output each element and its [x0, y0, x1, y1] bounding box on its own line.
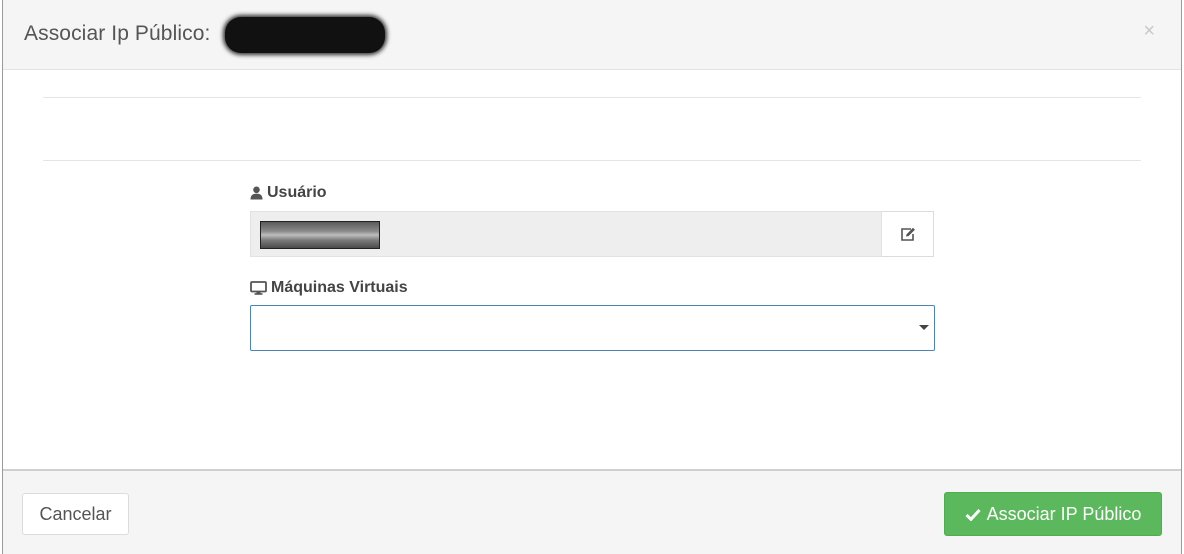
redacted-ip-address [225, 17, 385, 53]
user-input-group [250, 211, 934, 257]
close-button[interactable]: × [1143, 20, 1155, 43]
modal-footer: Cancelar Associar IP Público [3, 469, 1181, 554]
user-input[interactable] [250, 211, 882, 257]
divider-top [43, 97, 1141, 98]
associate-ip-button-label: Associar IP Público [986, 503, 1142, 524]
desktop-icon [250, 281, 267, 295]
edit-icon [900, 227, 915, 241]
modal-title: Associar Ip Público: [24, 22, 211, 45]
divider-bottom [43, 160, 1141, 161]
vms-select[interactable] [250, 305, 935, 351]
user-icon [250, 186, 263, 200]
user-label-text: Usuário [267, 184, 327, 201]
modal-header: Associar Ip Público: × [3, 0, 1181, 70]
check-icon [965, 508, 981, 521]
associate-ip-modal: Associar Ip Público: × Usuário Máquinas … [2, 0, 1182, 554]
vms-label-text: Máquinas Virtuais [271, 279, 408, 296]
edit-user-button[interactable] [882, 211, 934, 257]
cancel-button[interactable]: Cancelar [22, 493, 129, 535]
redacted-username [260, 221, 380, 249]
associate-ip-button[interactable]: Associar IP Público [944, 492, 1162, 536]
user-field-label: Usuário [250, 184, 327, 202]
chevron-down-icon [919, 325, 929, 330]
vms-field-label: Máquinas Virtuais [250, 279, 408, 297]
